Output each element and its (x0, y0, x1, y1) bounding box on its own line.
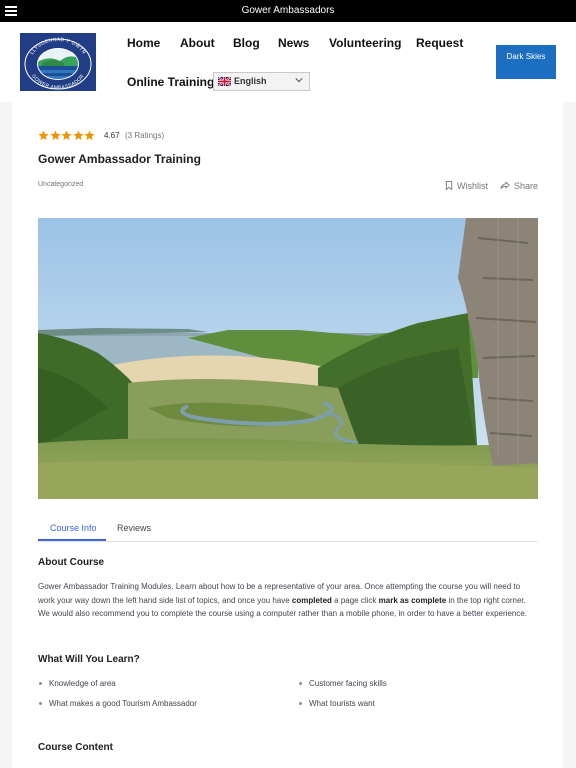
chevron-down-icon (295, 78, 303, 83)
course-rating: 4.67 (3 Ratings) (38, 130, 164, 142)
star-icon (72, 130, 84, 141)
about-text-bold: completed (291, 595, 332, 605)
nav-request[interactable]: Request (416, 36, 463, 50)
course-title: Gower Ambassador Training (38, 152, 201, 166)
gower-ambassador-logo[interactable]: LLYSGENNAD Y GŴYR GOWER AMBASSADOR (20, 33, 96, 91)
tab-reviews[interactable]: Reviews (117, 523, 151, 533)
course-tabs: Course Info Reviews (38, 518, 538, 542)
about-text-bold: mark as complete (378, 595, 447, 605)
share-icon (500, 181, 510, 190)
active-tab-indicator (38, 539, 106, 541)
learn-list-item: Customer facing skills (299, 679, 387, 688)
nav-home[interactable]: Home (127, 36, 160, 50)
nav-about[interactable]: About (180, 36, 215, 50)
star-icon (84, 130, 95, 141)
tab-course-info[interactable]: Course Info (50, 523, 97, 533)
share-label: Share (514, 181, 539, 191)
site-title: Gower Ambassadors (241, 5, 335, 16)
star-icon (61, 130, 72, 141)
star-icon (49, 130, 61, 141)
site-header: LLYSGENNAD Y GŴYR GOWER AMBASSADOR Home … (0, 22, 576, 102)
learn-list-item: What makes a good Tourism Ambassador (39, 699, 197, 708)
learn-heading: What Will You Learn? (38, 654, 140, 665)
course-hero-image (38, 218, 538, 499)
language-select[interactable]: English (213, 72, 310, 91)
course-category[interactable]: Uncategorized (38, 181, 83, 188)
nav-volunteering[interactable]: Volunteering (329, 36, 401, 50)
bookmark-icon (445, 181, 453, 191)
course-content-heading: Course Content (38, 742, 113, 753)
about-course-heading: About Course (38, 557, 105, 568)
share-button[interactable]: Share (500, 181, 538, 191)
nav-news[interactable]: News (278, 36, 309, 50)
nav-online-training[interactable]: Online Training (127, 75, 214, 89)
star-icon (38, 130, 49, 141)
about-course-text: Gower Ambassador Training Modules. Learn… (38, 580, 538, 621)
learn-list-item: Knowledge of area (39, 679, 116, 688)
wishlist-label: Wishlist (457, 181, 488, 191)
wishlist-button[interactable]: Wishlist (445, 181, 488, 191)
nav-blog[interactable]: Blog (233, 36, 260, 50)
rating-value: 4.67 (104, 131, 120, 140)
about-text-part: a page click (331, 595, 379, 605)
dark-skies-button[interactable]: Dark Skies (496, 45, 556, 79)
learn-list-item: What tourists want (299, 699, 375, 708)
uk-flag-icon (218, 77, 231, 86)
rating-count: (3 Ratings) (125, 131, 165, 140)
language-selected-label: English (234, 76, 267, 86)
top-bar: Gower Ambassadors (0, 0, 576, 22)
